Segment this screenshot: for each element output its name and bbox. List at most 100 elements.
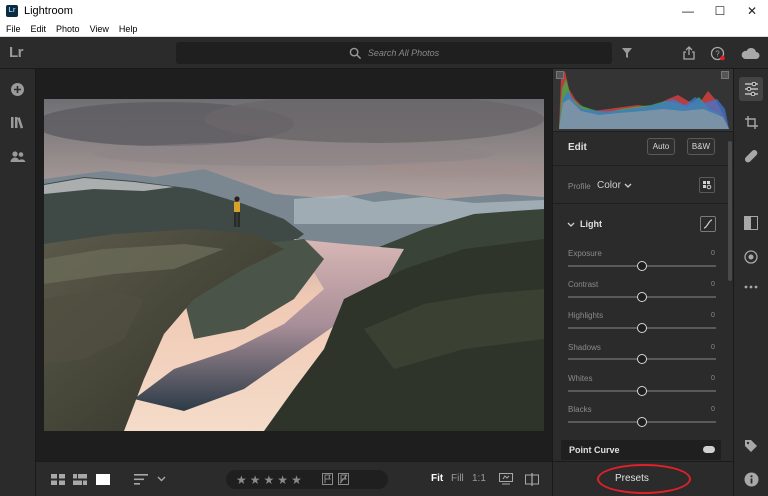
zoom-1to1[interactable]: 1:1 (472, 473, 486, 484)
minimize-button[interactable]: — (672, 0, 704, 21)
slider-label: Contrast (568, 280, 599, 289)
slider-value[interactable]: 0 (711, 312, 715, 319)
photo-grid-icon[interactable] (72, 472, 88, 486)
menu-help[interactable]: Help (119, 24, 138, 34)
light-section-title[interactable]: Light (580, 219, 602, 229)
search-input[interactable]: Search All Photos (176, 42, 612, 64)
library-icon[interactable] (9, 114, 26, 131)
close-button[interactable]: ✕ (736, 0, 768, 21)
info-icon[interactable] (743, 471, 759, 487)
cloud-icon[interactable] (739, 45, 761, 61)
filter-icon[interactable] (619, 45, 635, 61)
help-icon[interactable]: ? (709, 45, 725, 61)
photo-canvas (36, 69, 552, 461)
zoom-fit[interactable]: Fit (431, 473, 443, 484)
slider-thumb[interactable] (637, 292, 647, 302)
slider-thumb[interactable] (637, 323, 647, 333)
shadow-clipping-toggle[interactable] (556, 71, 564, 79)
histogram (553, 69, 734, 131)
slider-track[interactable] (568, 292, 716, 302)
star-rating: ★ ★ ★ ★ ★ (226, 470, 388, 489)
detail-view-icon[interactable] (95, 472, 111, 486)
slider-label: Highlights (568, 311, 604, 320)
slider-value[interactable]: 0 (711, 406, 715, 413)
slider-track[interactable] (568, 323, 716, 333)
maximize-button[interactable]: ☐ (704, 0, 736, 21)
red-eye-icon[interactable] (743, 249, 759, 265)
slider-thumb[interactable] (637, 261, 647, 271)
slider-track[interactable] (568, 417, 716, 427)
svg-text:?: ? (715, 49, 720, 58)
slider-track[interactable] (568, 261, 716, 271)
top-toolbar: Lr Search All Photos ? (0, 37, 768, 69)
star-4[interactable]: ★ (277, 473, 288, 487)
slider-label: Whites (568, 374, 593, 383)
healing-icon[interactable] (743, 148, 759, 164)
slider-thumb[interactable] (637, 386, 647, 396)
presets-bar: Presets (553, 461, 734, 496)
sort-icon[interactable] (133, 472, 149, 486)
profile-browser-button[interactable] (699, 177, 715, 193)
auto-button[interactable]: Auto (647, 138, 675, 155)
edit-panel: Edit Auto B&W Profile Color Light Exposu… (552, 69, 734, 496)
search-icon (349, 47, 362, 59)
lr-logo: Lr (9, 44, 24, 61)
edit-title: Edit (568, 142, 587, 153)
add-photos-icon[interactable] (9, 81, 26, 98)
point-curve-toggle[interactable] (703, 446, 715, 453)
slider-thumb[interactable] (637, 354, 647, 364)
masking-icon[interactable] (743, 215, 759, 231)
divider (553, 203, 734, 204)
slider-label: Exposure (568, 249, 602, 258)
divider (553, 165, 734, 166)
left-rail (0, 69, 36, 496)
menu-edit[interactable]: Edit (31, 24, 47, 34)
profile-label: Profile (568, 182, 591, 191)
more-icon[interactable] (743, 279, 759, 295)
slider-track[interactable] (568, 354, 716, 364)
menu-bar: File Edit Photo View Help (0, 21, 768, 37)
star-3[interactable]: ★ (264, 473, 275, 487)
compare-icon[interactable] (498, 472, 514, 486)
divider (553, 131, 734, 132)
pick-flag-icon[interactable] (322, 473, 333, 485)
point-curve-section[interactable]: Point Curve (561, 440, 721, 460)
chevron-down-icon[interactable] (624, 183, 632, 189)
bottom-toolbar: ★ ★ ★ ★ ★ Fit Fill 1:1 (36, 461, 552, 496)
share-icon[interactable] (681, 45, 697, 61)
menu-photo[interactable]: Photo (56, 24, 80, 34)
slider-value[interactable]: 0 (711, 344, 715, 351)
crop-icon[interactable] (743, 114, 759, 130)
before-after-icon[interactable] (524, 472, 540, 486)
zoom-fill[interactable]: Fill (451, 473, 464, 484)
slider-thumb[interactable] (637, 417, 647, 427)
square-grid-icon[interactable] (50, 472, 66, 486)
chevron-down-icon[interactable] (567, 222, 575, 228)
slider-label: Shadows (568, 343, 601, 352)
slider-track[interactable] (568, 386, 716, 396)
panel-scrollbar[interactable] (728, 141, 732, 281)
star-1[interactable]: ★ (236, 473, 247, 487)
search-placeholder: Search All Photos (367, 48, 440, 58)
highlight-clipping-toggle[interactable] (721, 71, 729, 79)
lightroom-window: Lr Lightroom — ☐ ✕ File Edit Photo View … (0, 0, 768, 496)
tag-icon[interactable] (743, 438, 759, 454)
chevron-down-icon[interactable] (155, 472, 167, 486)
menu-file[interactable]: File (6, 24, 21, 34)
slider-value[interactable]: 0 (711, 281, 715, 288)
tone-curve-button[interactable] (700, 216, 716, 232)
menu-view[interactable]: View (90, 24, 109, 34)
edit-sliders-icon[interactable] (743, 81, 759, 97)
slider-value[interactable]: 0 (711, 250, 715, 257)
star-2[interactable]: ★ (250, 473, 261, 487)
people-icon[interactable] (9, 148, 26, 165)
reject-flag-icon[interactable] (338, 473, 349, 485)
landscape-image (44, 99, 544, 431)
bw-button[interactable]: B&W (687, 138, 715, 155)
slider-value[interactable]: 0 (711, 375, 715, 382)
title-bar: Lr Lightroom — ☐ ✕ (0, 0, 768, 21)
star-5[interactable]: ★ (291, 473, 302, 487)
photo-preview[interactable] (44, 99, 544, 431)
profile-dropdown[interactable]: Color (597, 180, 621, 191)
right-rail (733, 69, 768, 496)
